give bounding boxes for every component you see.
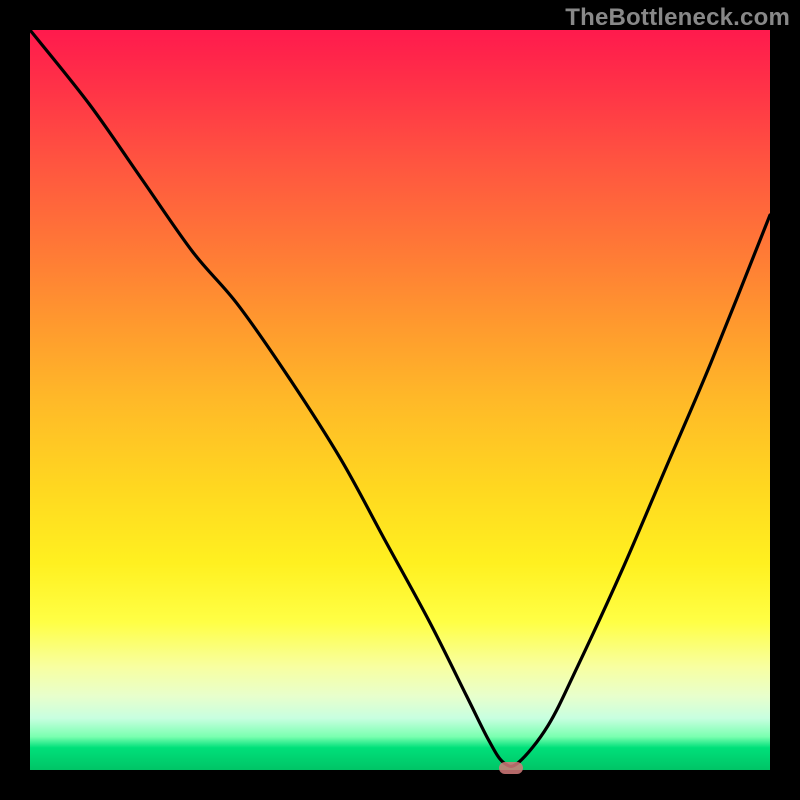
bottleneck-curve	[30, 30, 770, 770]
chart-frame: TheBottleneck.com	[0, 0, 800, 800]
watermark-text: TheBottleneck.com	[565, 4, 790, 32]
plot-area	[30, 30, 770, 770]
optimal-point-marker	[499, 762, 523, 774]
